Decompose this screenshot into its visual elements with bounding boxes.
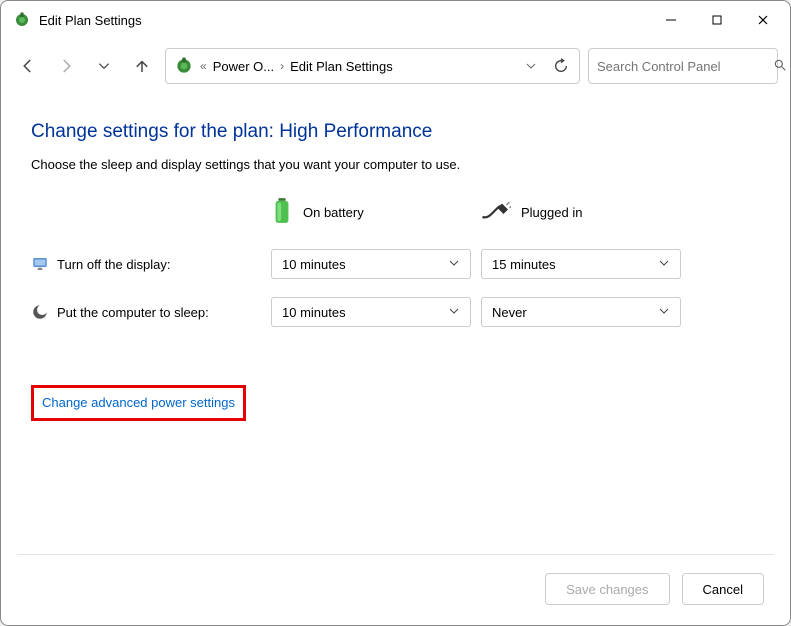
breadcrumb[interactable]: « Power O... › Edit Plan Settings bbox=[165, 48, 580, 84]
save-changes-button[interactable]: Save changes bbox=[545, 573, 669, 605]
column-plugged-in: Plugged in bbox=[481, 201, 681, 224]
plug-icon bbox=[481, 201, 511, 224]
forward-button[interactable] bbox=[51, 51, 81, 81]
setting-sleep-label-group: Put the computer to sleep: bbox=[31, 303, 261, 321]
moon-icon bbox=[31, 303, 49, 321]
column-plugged-label: Plugged in bbox=[521, 205, 582, 220]
setting-sleep-label: Put the computer to sleep: bbox=[57, 305, 209, 320]
breadcrumb-power-options[interactable]: Power O... bbox=[213, 59, 274, 74]
search-input[interactable] bbox=[597, 59, 773, 74]
close-button[interactable] bbox=[740, 4, 786, 36]
dropdown-sleep-battery-value: 10 minutes bbox=[282, 305, 346, 320]
chevron-right-icon: › bbox=[280, 59, 284, 73]
chevron-down-icon bbox=[448, 257, 460, 272]
monitor-icon bbox=[31, 255, 49, 273]
back-button[interactable] bbox=[13, 51, 43, 81]
dropdown-display-battery-value: 10 minutes bbox=[282, 257, 346, 272]
setting-row-sleep: Put the computer to sleep: 10 minutes Ne… bbox=[31, 297, 760, 327]
window: Edit Plan Settings « Powe bbox=[0, 0, 791, 626]
dropdown-display-plugged-value: 15 minutes bbox=[492, 257, 556, 272]
column-battery-label: On battery bbox=[303, 205, 364, 220]
app-icon bbox=[13, 11, 31, 29]
setting-display-label: Turn off the display: bbox=[57, 257, 170, 272]
battery-icon bbox=[271, 196, 293, 229]
up-button[interactable] bbox=[127, 51, 157, 81]
content-area: Change settings for the plan: High Perfo… bbox=[1, 93, 790, 554]
setting-display-label-group: Turn off the display: bbox=[31, 255, 261, 273]
titlebar: Edit Plan Settings bbox=[1, 1, 790, 39]
footer: Save changes Cancel bbox=[1, 555, 790, 625]
window-title: Edit Plan Settings bbox=[39, 13, 142, 28]
dropdown-sleep-plugged-value: Never bbox=[492, 305, 527, 320]
chevron-left-icon: « bbox=[200, 59, 207, 73]
columns-header: On battery Plugged in bbox=[31, 196, 760, 229]
page-heading: Change settings for the plan: High Perfo… bbox=[31, 121, 760, 143]
history-dropdown-button[interactable] bbox=[89, 51, 119, 81]
highlighted-region: Change advanced power settings bbox=[31, 385, 246, 421]
column-on-battery: On battery bbox=[271, 196, 471, 229]
dropdown-display-plugged[interactable]: 15 minutes bbox=[481, 249, 681, 279]
chevron-down-icon bbox=[448, 305, 460, 320]
search-box[interactable] bbox=[588, 48, 778, 84]
page-subtext: Choose the sleep and display settings th… bbox=[31, 157, 760, 172]
breadcrumb-dropdown-button[interactable] bbox=[521, 56, 541, 76]
advanced-power-settings-link[interactable]: Change advanced power settings bbox=[42, 395, 235, 410]
minimize-button[interactable] bbox=[648, 4, 694, 36]
refresh-button[interactable] bbox=[551, 56, 571, 76]
setting-row-display: Turn off the display: 10 minutes 15 minu… bbox=[31, 249, 760, 279]
dropdown-display-battery[interactable]: 10 minutes bbox=[271, 249, 471, 279]
chevron-down-icon bbox=[658, 257, 670, 272]
nav-row: « Power O... › Edit Plan Settings bbox=[1, 39, 790, 93]
cancel-button[interactable]: Cancel bbox=[682, 573, 764, 605]
chevron-down-icon bbox=[658, 305, 670, 320]
search-icon bbox=[773, 58, 787, 75]
dropdown-sleep-plugged[interactable]: Never bbox=[481, 297, 681, 327]
breadcrumb-edit-plan[interactable]: Edit Plan Settings bbox=[290, 59, 393, 74]
maximize-button[interactable] bbox=[694, 4, 740, 36]
dropdown-sleep-battery[interactable]: 10 minutes bbox=[271, 297, 471, 327]
breadcrumb-icon bbox=[174, 56, 194, 76]
